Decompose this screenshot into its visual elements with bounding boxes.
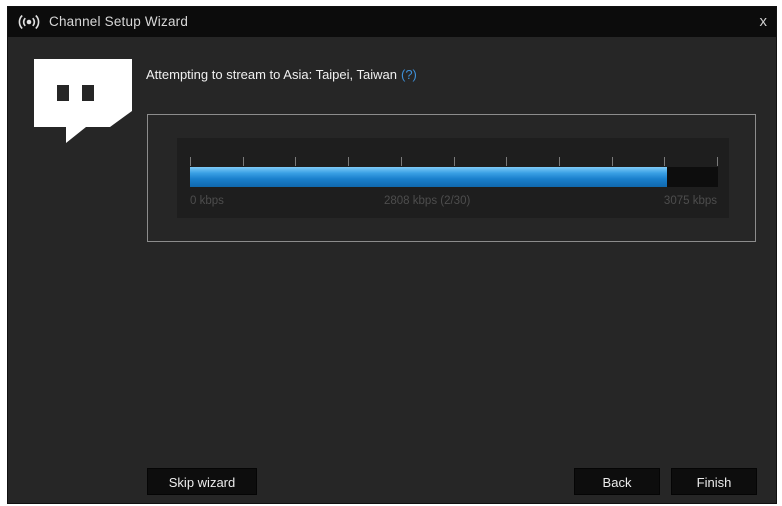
back-button[interactable]: Back (574, 468, 660, 495)
meter-tick (664, 157, 665, 166)
status-text: Attempting to stream to Asia: Taipei, Ta… (146, 67, 397, 82)
skip-wizard-button[interactable]: Skip wizard (147, 468, 257, 495)
meter-tick (506, 157, 507, 166)
meter-tick (454, 157, 455, 166)
wizard-window: Channel Setup Wizard x Attempting to str… (7, 6, 777, 504)
meter-tick (612, 157, 613, 166)
meter-tick (243, 157, 244, 166)
meter-tick (559, 157, 560, 166)
meter-tick (190, 157, 191, 166)
broadcast-icon (17, 12, 41, 32)
meter-tick (348, 157, 349, 166)
current-bitrate-label: 2808 kbps (2/30) (384, 195, 471, 207)
bandwidth-meter: 0 kbps 2808 kbps (2/30) 3075 kbps (177, 138, 729, 218)
min-bitrate-label: 0 kbps (190, 195, 224, 207)
bandwidth-panel: 0 kbps 2808 kbps (2/30) 3075 kbps (147, 114, 756, 242)
help-link[interactable]: (?) (401, 67, 417, 82)
twitch-logo (28, 57, 134, 145)
close-button[interactable]: x (760, 13, 768, 30)
window-title: Channel Setup Wizard (49, 14, 189, 29)
status-message: Attempting to stream to Asia: Taipei, Ta… (146, 67, 417, 82)
title-bar[interactable]: Channel Setup Wizard x (8, 7, 776, 37)
finish-button[interactable]: Finish (671, 468, 757, 495)
progress-track (190, 167, 718, 187)
meter-tick (401, 157, 402, 166)
progress-fill (190, 167, 668, 187)
max-bitrate-label: 3075 kbps (663, 195, 717, 207)
meter-tick (717, 157, 718, 166)
meter-tick (295, 157, 296, 166)
